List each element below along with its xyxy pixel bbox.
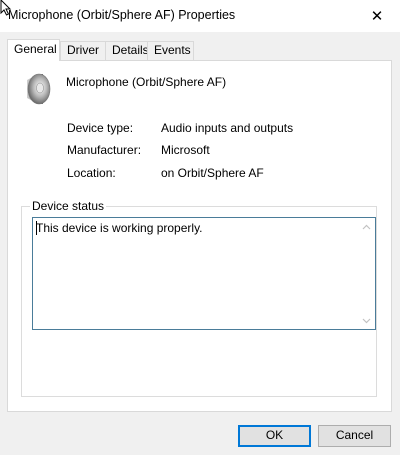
ok-button[interactable]: OK [238, 425, 311, 447]
tab-general[interactable]: General [7, 39, 60, 61]
location-label: Location: [67, 166, 116, 180]
manufacturer-label: Manufacturer: [67, 143, 142, 157]
cancel-button[interactable]: Cancel [318, 425, 391, 447]
status-scrollbar[interactable] [358, 218, 375, 329]
tab-events[interactable]: Events [147, 41, 194, 60]
tab-driver[interactable]: Driver [60, 41, 106, 60]
device-type-label: Device type: [67, 121, 134, 135]
device-name: Microphone (Orbit/Sphere AF) [66, 75, 227, 89]
location-value: on Orbit/Sphere AF [161, 166, 264, 180]
device-status-label: Device status [30, 199, 107, 213]
device-type-value: Audio inputs and outputs [161, 121, 294, 135]
device-status-text: This device is working properly. [36, 221, 203, 235]
device-status-textbox[interactable]: This device is working properly. [32, 217, 376, 330]
chevron-down-icon [362, 318, 371, 323]
close-button[interactable]: ✕ [354, 0, 400, 32]
scroll-down-button[interactable] [358, 312, 375, 329]
speaker-icon [27, 73, 51, 105]
close-icon: ✕ [370, 8, 384, 25]
chevron-up-icon [362, 224, 371, 229]
tab-details[interactable]: Details [105, 41, 149, 60]
scroll-up-button[interactable] [358, 218, 375, 235]
general-tab-panel: Microphone (Orbit/Sphere AF) Device type… [7, 60, 392, 412]
title-bar[interactable]: Microphone (Orbit/Sphere AF) Properties … [0, 0, 400, 32]
manufacturer-value: Microsoft [161, 143, 210, 157]
window-title: Microphone (Orbit/Sphere AF) Properties [8, 8, 236, 22]
properties-dialog: Microphone (Orbit/Sphere AF) Properties … [0, 0, 400, 455]
